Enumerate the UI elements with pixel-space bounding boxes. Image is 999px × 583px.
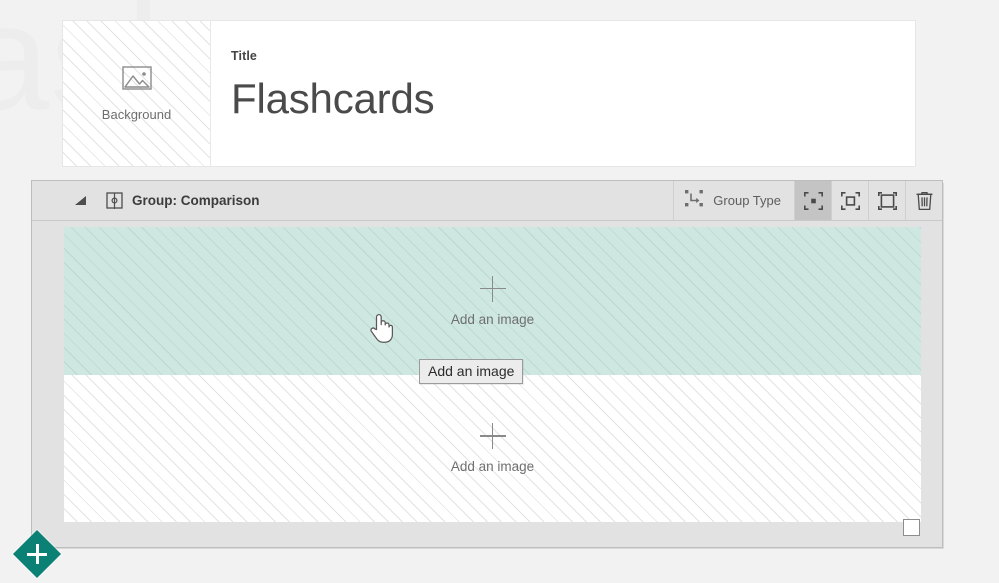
add-image-slot-top[interactable]: Add an image <box>64 227 921 375</box>
layout-large-icon[interactable] <box>868 181 905 220</box>
title-card: Background Title Flashcards <box>62 20 916 167</box>
trash-icon[interactable] <box>905 181 942 220</box>
add-image-label: Add an image <box>450 459 535 474</box>
split-group-icon <box>106 192 123 209</box>
background-label: Background <box>101 106 172 122</box>
title-field-label: Title <box>231 49 257 63</box>
group-type-button[interactable]: Group Type <box>673 181 794 220</box>
plus-icon <box>479 275 506 302</box>
group-toolbar: Group: Comparison Group Type <box>32 181 942 221</box>
layout-medium-icon[interactable] <box>831 181 868 220</box>
image-placeholder-icon <box>121 65 152 95</box>
app-root: ash Background Title Flashcards <box>0 0 999 583</box>
plus-icon <box>20 537 54 571</box>
add-card-button[interactable] <box>12 529 62 579</box>
group-toolbar-actions: Group Type <box>673 181 942 220</box>
add-image-slot-bottom[interactable]: Add an image <box>64 375 921 522</box>
layout-small-icon[interactable] <box>794 181 831 220</box>
title-field-value[interactable]: Flashcards <box>231 76 915 121</box>
background-image-dropzone[interactable]: Background <box>63 21 211 166</box>
add-image-label: Add an image <box>450 311 535 327</box>
marquee-arrow-icon <box>684 189 705 213</box>
collapse-triangle-icon[interactable] <box>75 196 86 205</box>
group-heading: Group: Comparison <box>132 193 260 208</box>
group-type-label: Group Type <box>713 193 781 208</box>
tooltip: Add an image <box>419 359 524 384</box>
group-select-checkbox[interactable] <box>903 519 920 536</box>
plus-icon <box>479 423 506 449</box>
title-field-group: Title Flashcards <box>211 21 915 166</box>
